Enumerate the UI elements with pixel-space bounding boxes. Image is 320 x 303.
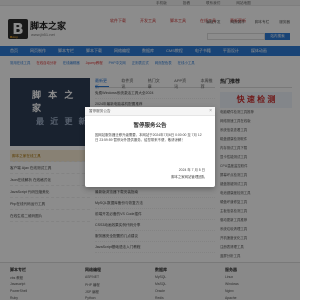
modal-date: 2024 年 7 月 5 日	[178, 168, 205, 172]
close-icon[interactable]: ×	[209, 107, 212, 116]
notice-modal: 暂停服务公告 × 暂停服务公告 因网站服务器迁移升级需要，本网站于2024年7月…	[85, 107, 215, 187]
modal-header: 暂停服务公告 ×	[85, 107, 215, 116]
modal-header-title: 暂停服务公告	[89, 109, 111, 113]
modal-signer: 脚本之家网站管理团队	[171, 175, 205, 179]
modal-title: 暂停服务公告	[133, 123, 167, 129]
modal-body: 因网站服务器迁移升级需要，本网站于2024年7月6日 0:00:00 至 7月 …	[95, 133, 202, 142]
